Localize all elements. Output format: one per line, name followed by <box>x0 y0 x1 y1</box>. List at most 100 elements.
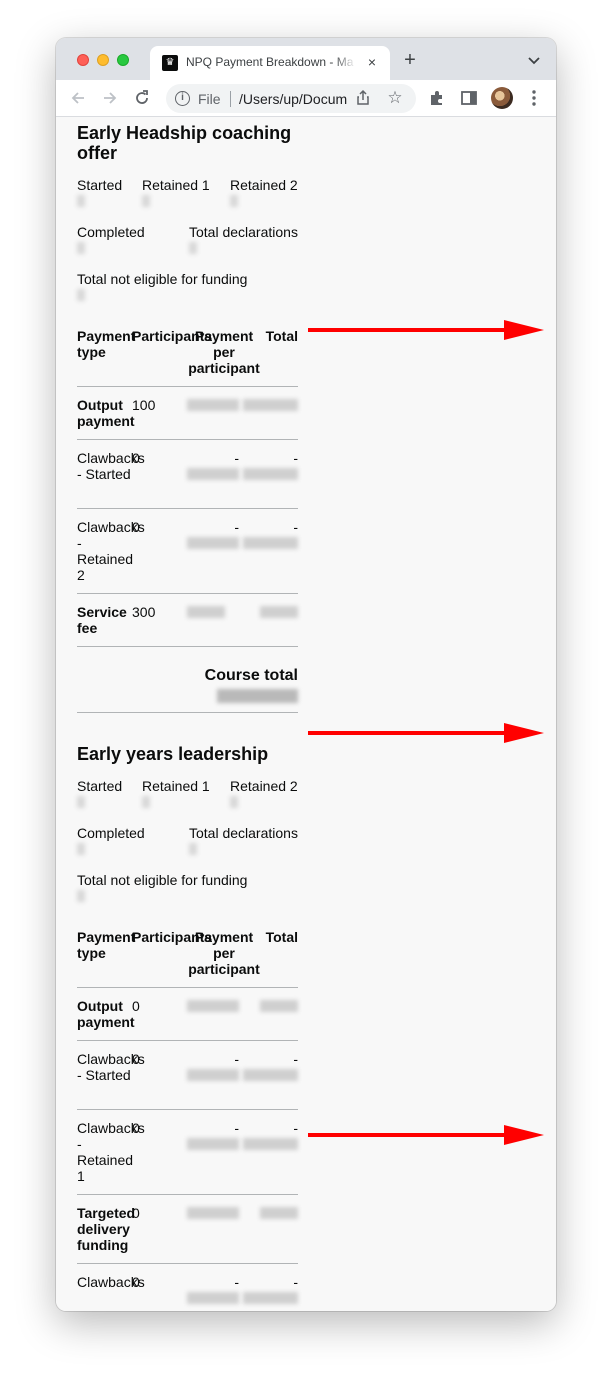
address-bar[interactable]: i File /Users/up/Documents ☆ <box>166 84 416 113</box>
minimize-window-button[interactable] <box>97 54 109 66</box>
crown-favicon-icon: ♛ <box>162 55 178 71</box>
row-payment-type: Clawbacks - Retained 2 <box>77 519 145 583</box>
stat-retained1-value <box>142 195 150 207</box>
tab-search-chevron-icon[interactable] <box>526 52 542 68</box>
row-participants: 0 <box>132 1120 140 1136</box>
zoom-window-button[interactable] <box>117 54 129 66</box>
stat-completed-label: Completed <box>77 825 145 841</box>
back-arrow-icon[interactable] <box>68 88 88 108</box>
header-payment-per-participant: Payment per participant <box>188 328 260 376</box>
row-payment-type: Clawbacks - Retained 1 <box>77 1120 145 1184</box>
header-participants: Participants <box>132 328 213 344</box>
row-total-dash: - <box>293 519 298 535</box>
header-payment-per-participant: Payment per participant <box>188 929 260 977</box>
course-section: Early years leadership Started Retained … <box>77 744 298 1311</box>
browser-tab[interactable]: ♛ NPQ Payment Breakdown - Ma × <box>150 46 390 80</box>
extensions-puzzle-icon[interactable] <box>427 88 447 108</box>
profile-avatar[interactable] <box>491 87 513 109</box>
table-divider <box>77 593 298 594</box>
row-payment-type: Clawbacks - Started <box>77 1051 145 1083</box>
row-participants: 0 <box>132 450 140 466</box>
header-participants: Participants <box>132 929 213 945</box>
row-per-participant-value <box>187 399 239 411</box>
course-total-value <box>217 689 298 703</box>
stat-started-label: Started <box>77 778 123 794</box>
stat-retained1-label: Retained 1 <box>142 177 210 193</box>
row-payment-type: Clawbacks <box>77 1274 145 1290</box>
stat-retained1-value <box>142 796 150 808</box>
stat-started-value <box>77 796 85 808</box>
new-tab-button[interactable]: + <box>400 50 420 70</box>
row-total-value <box>260 1000 298 1012</box>
row-per-participant-value <box>187 1292 239 1304</box>
stat-total-declarations-label: Total declarations <box>189 825 298 841</box>
row-per-participant-value <box>187 1069 239 1081</box>
row-per-participant-value <box>187 606 225 618</box>
row-participants: 0 <box>132 998 140 1014</box>
row-participants: 0 <box>132 519 140 535</box>
stat-total-declarations-value <box>189 843 197 855</box>
row-total-dash: - <box>293 1051 298 1067</box>
share-icon[interactable] <box>354 89 372 107</box>
row-per-participant-value <box>187 537 239 549</box>
course-section: Early Headship coaching offer Started Re… <box>77 123 298 743</box>
row-payment-type: Output payment <box>77 397 135 429</box>
row-total-value <box>243 537 298 549</box>
row-total-dash: - <box>293 450 298 466</box>
row-total-value <box>243 1292 298 1304</box>
row-per-participant-dash: - <box>234 1120 239 1136</box>
stat-not-eligible-label: Total not eligible for funding <box>77 872 248 888</box>
table-divider <box>77 439 298 440</box>
stat-retained2-label: Retained 2 <box>230 778 298 794</box>
row-total-value <box>243 468 298 480</box>
row-total-value <box>243 1138 298 1150</box>
title-bar: ♛ NPQ Payment Breakdown - Ma × + <box>56 38 556 80</box>
row-payment-type: Service fee <box>77 604 127 636</box>
side-panel-icon[interactable] <box>459 88 479 108</box>
table-divider <box>77 1263 298 1264</box>
row-per-participant-value <box>187 1207 239 1219</box>
stat-started-value <box>77 195 85 207</box>
table-divider <box>77 1194 298 1195</box>
table-divider <box>77 508 298 509</box>
stat-completed-label: Completed <box>77 224 145 240</box>
stat-total-declarations-value <box>189 242 197 254</box>
forward-arrow-icon[interactable] <box>100 88 120 108</box>
stat-retained1-label: Retained 1 <box>142 778 210 794</box>
row-total-value <box>260 606 298 618</box>
row-per-participant-dash: - <box>234 450 239 466</box>
info-icon[interactable]: i <box>175 91 190 106</box>
url-scheme: File <box>198 91 221 107</box>
stat-total-declarations-label: Total declarations <box>189 224 298 240</box>
course-title: Early years leadership <box>77 744 269 764</box>
row-payment-type: Clawbacks - Started <box>77 450 145 482</box>
browser-toolbar: i File /Users/up/Documents ☆ <box>56 80 556 117</box>
table-divider <box>77 712 298 713</box>
stat-completed-value <box>77 843 85 855</box>
stat-started-label: Started <box>77 177 123 193</box>
more-menu-icon[interactable] <box>524 88 544 108</box>
row-payment-type: Targeted delivery funding <box>77 1205 136 1253</box>
stat-retained2-value <box>230 195 238 207</box>
row-participants: 100 <box>132 397 156 413</box>
row-per-participant-dash: - <box>234 1274 239 1290</box>
stat-not-eligible-value <box>77 890 85 902</box>
header-total: Total <box>265 929 298 945</box>
row-total-value <box>243 1069 298 1081</box>
bookmark-star-icon[interactable]: ☆ <box>385 88 405 108</box>
page-content: Early Headship coaching offer Started Re… <box>56 118 556 1311</box>
stat-not-eligible-value <box>77 289 85 301</box>
close-window-button[interactable] <box>77 54 89 66</box>
row-total-dash: - <box>293 1274 298 1290</box>
stat-not-eligible-label: Total not eligible for funding <box>77 271 248 287</box>
table-divider <box>77 987 298 988</box>
url-text[interactable]: /Users/up/Documents <box>239 91 347 108</box>
row-participants: 300 <box>132 604 156 620</box>
row-per-participant-value <box>187 1138 239 1150</box>
tab-close-icon[interactable]: × <box>364 54 380 70</box>
row-per-participant-dash: - <box>234 1051 239 1067</box>
row-participants: 0 <box>132 1274 140 1290</box>
course-title: Early Headship coaching offer <box>77 123 292 163</box>
header-payment-type: Payment type <box>77 328 136 360</box>
reload-icon[interactable] <box>132 88 152 108</box>
